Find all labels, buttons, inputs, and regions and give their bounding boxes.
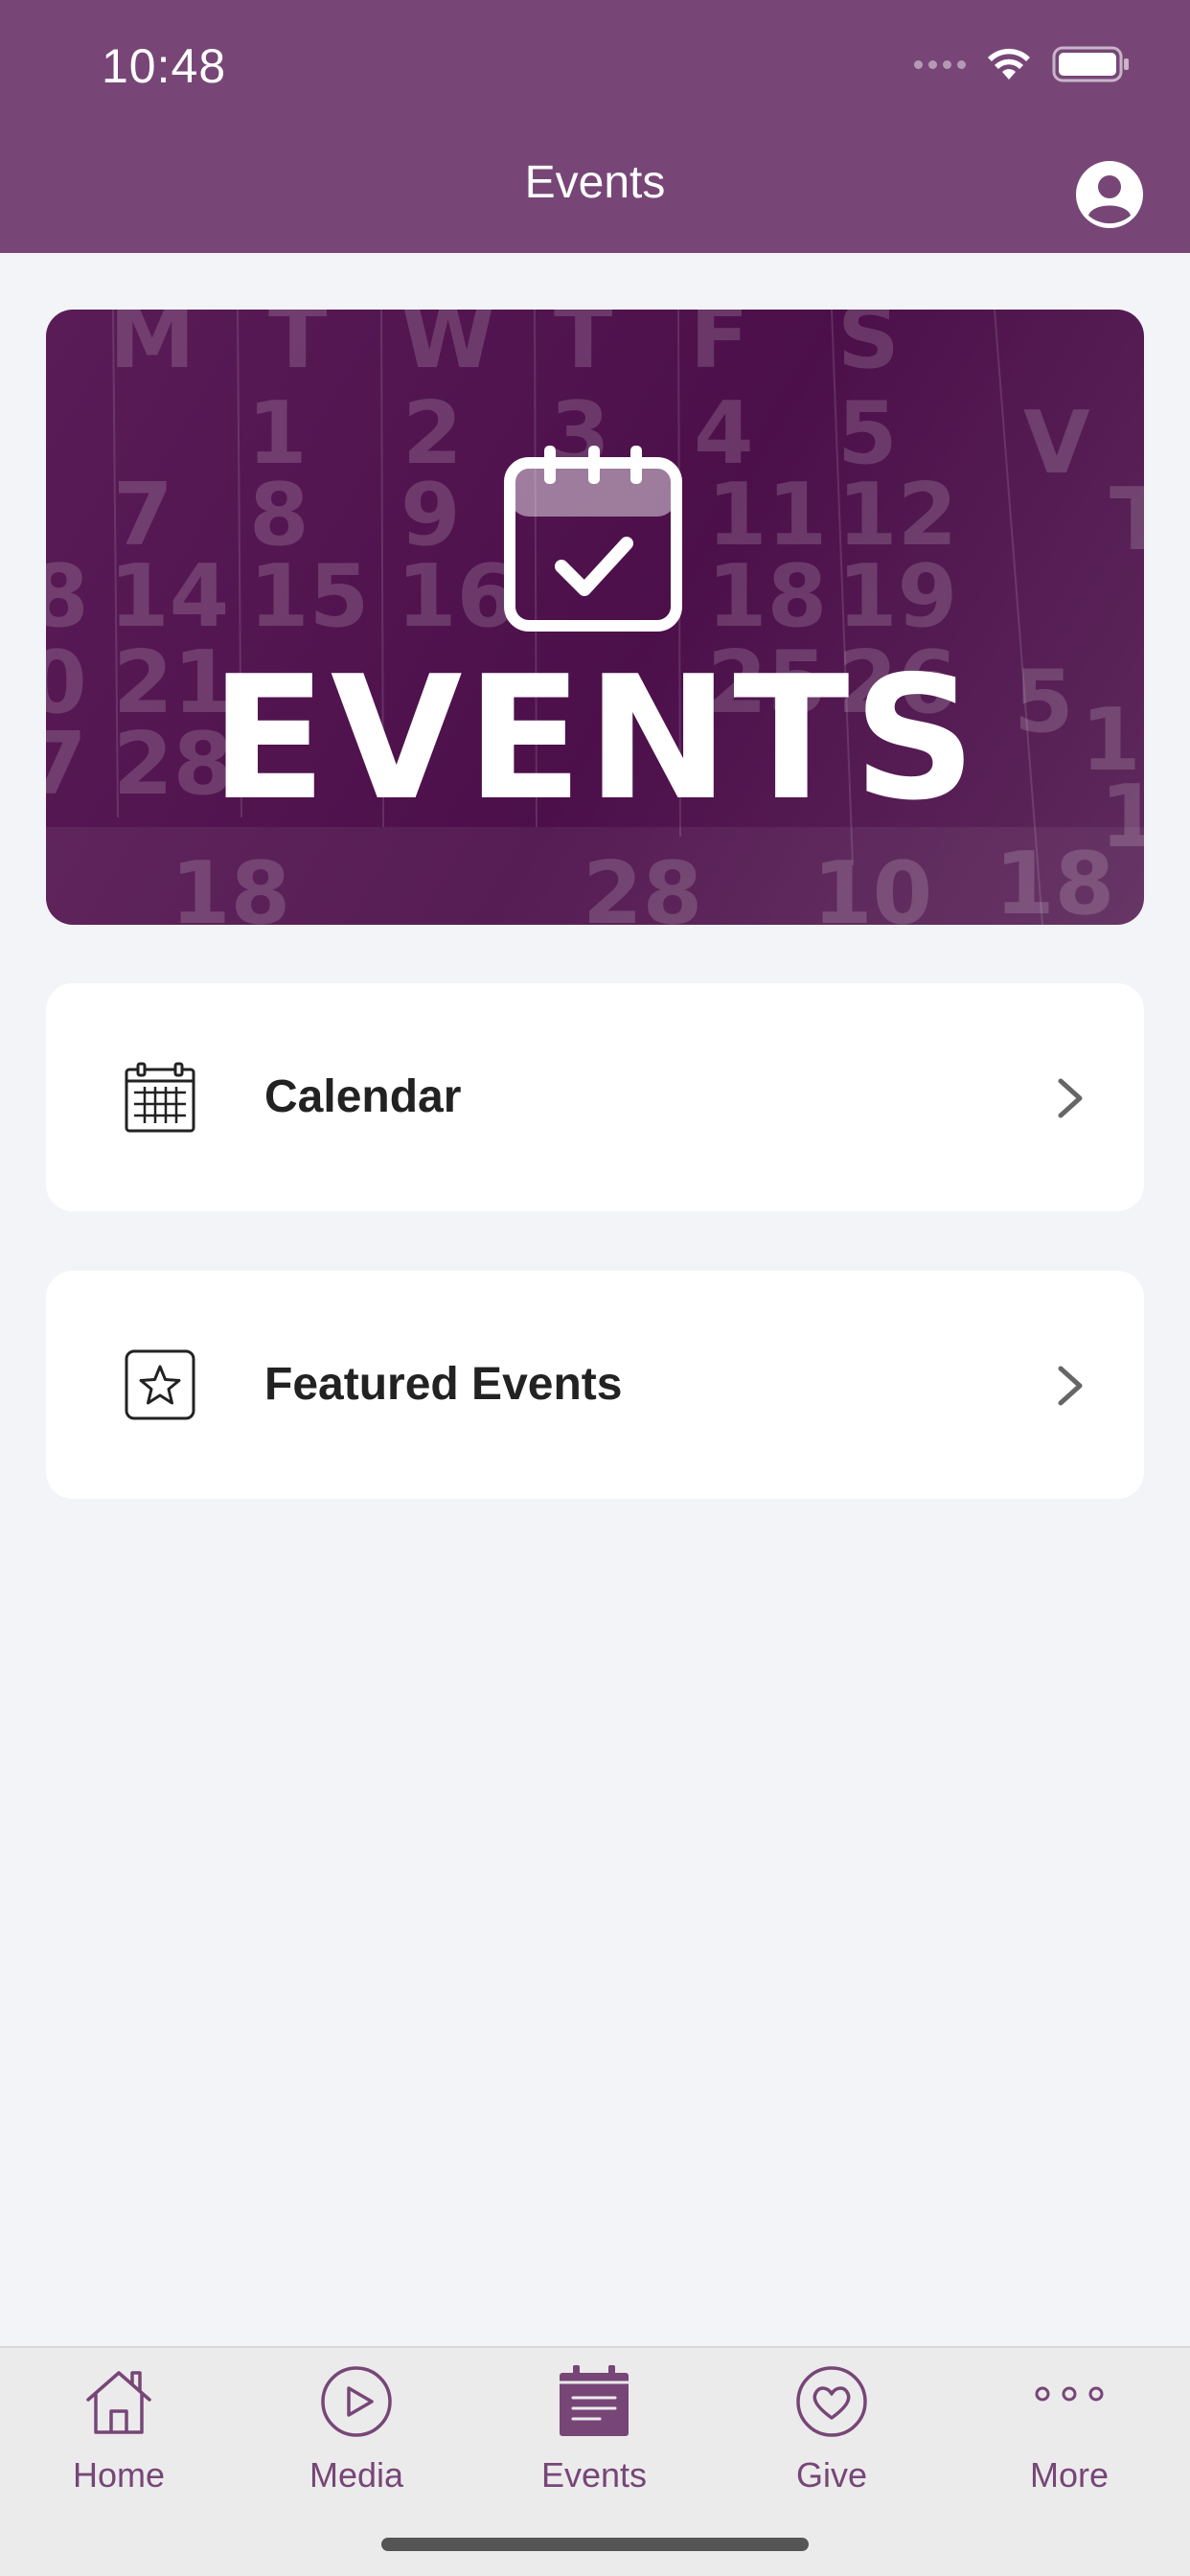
tab-label: Events bbox=[540, 2455, 648, 2495]
more-dots-icon bbox=[1035, 2386, 1104, 2402]
tab-more[interactable]: More bbox=[950, 2348, 1188, 2511]
home-icon bbox=[86, 2371, 151, 2434]
profile-icon[interactable] bbox=[1075, 160, 1144, 229]
home-indicator[interactable] bbox=[381, 2538, 809, 2551]
tab-label: More bbox=[1029, 2455, 1110, 2495]
app-screen: 10:48 Events MTWTFS 1 2 3 4 5 7 8 9 11 1… bbox=[0, 0, 1190, 2576]
tab-home[interactable]: Home bbox=[0, 2348, 238, 2511]
heart-circle-icon bbox=[796, 2366, 867, 2437]
svg-text:T: T bbox=[554, 310, 612, 388]
events-banner[interactable]: MTWTFS 12345 7 8 9 11 12 8 14 15 16 18 19 0 21 25 26… bbox=[46, 310, 1144, 925]
chevron-right-icon bbox=[1058, 1366, 1083, 1406]
svg-text:T: T bbox=[1110, 470, 1144, 570]
header: 10:48 Events bbox=[0, 0, 1190, 253]
menu-item-label: Featured Events bbox=[264, 1359, 623, 1410]
calendar-check-icon bbox=[504, 446, 682, 632]
cellular-signal-icon bbox=[914, 59, 966, 69]
tab-events[interactable]: Events bbox=[475, 2348, 713, 2511]
tab-label: Media bbox=[309, 2455, 404, 2495]
star-square-icon bbox=[125, 1349, 195, 1420]
tab-media[interactable]: Media bbox=[238, 2348, 475, 2511]
chevron-right-icon bbox=[1058, 1078, 1083, 1118]
banner-title: EVENTS bbox=[210, 639, 980, 838]
svg-text:S: S bbox=[837, 310, 900, 388]
svg-text:15: 15 bbox=[249, 546, 369, 647]
tab-label: Give bbox=[795, 2455, 868, 2495]
status-time: 10:48 bbox=[102, 39, 227, 93]
tab-label: Home bbox=[72, 2455, 166, 2495]
svg-text:T: T bbox=[268, 310, 327, 388]
page-title: Events bbox=[524, 157, 666, 208]
tab-give[interactable]: Give bbox=[713, 2348, 950, 2511]
svg-text:F: F bbox=[690, 310, 748, 388]
play-circle-icon bbox=[321, 2366, 392, 2437]
events-calendar-icon bbox=[560, 2365, 629, 2436]
svg-text:M: M bbox=[109, 310, 195, 388]
svg-text:W: W bbox=[400, 310, 495, 388]
status-icons bbox=[914, 42, 1131, 86]
svg-text:V: V bbox=[1023, 393, 1090, 494]
wifi-icon bbox=[988, 48, 1030, 80]
svg-text:16: 16 bbox=[397, 546, 516, 647]
menu-item-featured-events[interactable]: Featured Events bbox=[46, 1271, 1144, 1499]
calendar-grid-icon bbox=[125, 1062, 195, 1133]
battery-icon bbox=[1052, 46, 1129, 82]
menu-item-calendar[interactable]: Calendar bbox=[46, 983, 1144, 1211]
menu-item-label: Calendar bbox=[264, 1071, 462, 1122]
